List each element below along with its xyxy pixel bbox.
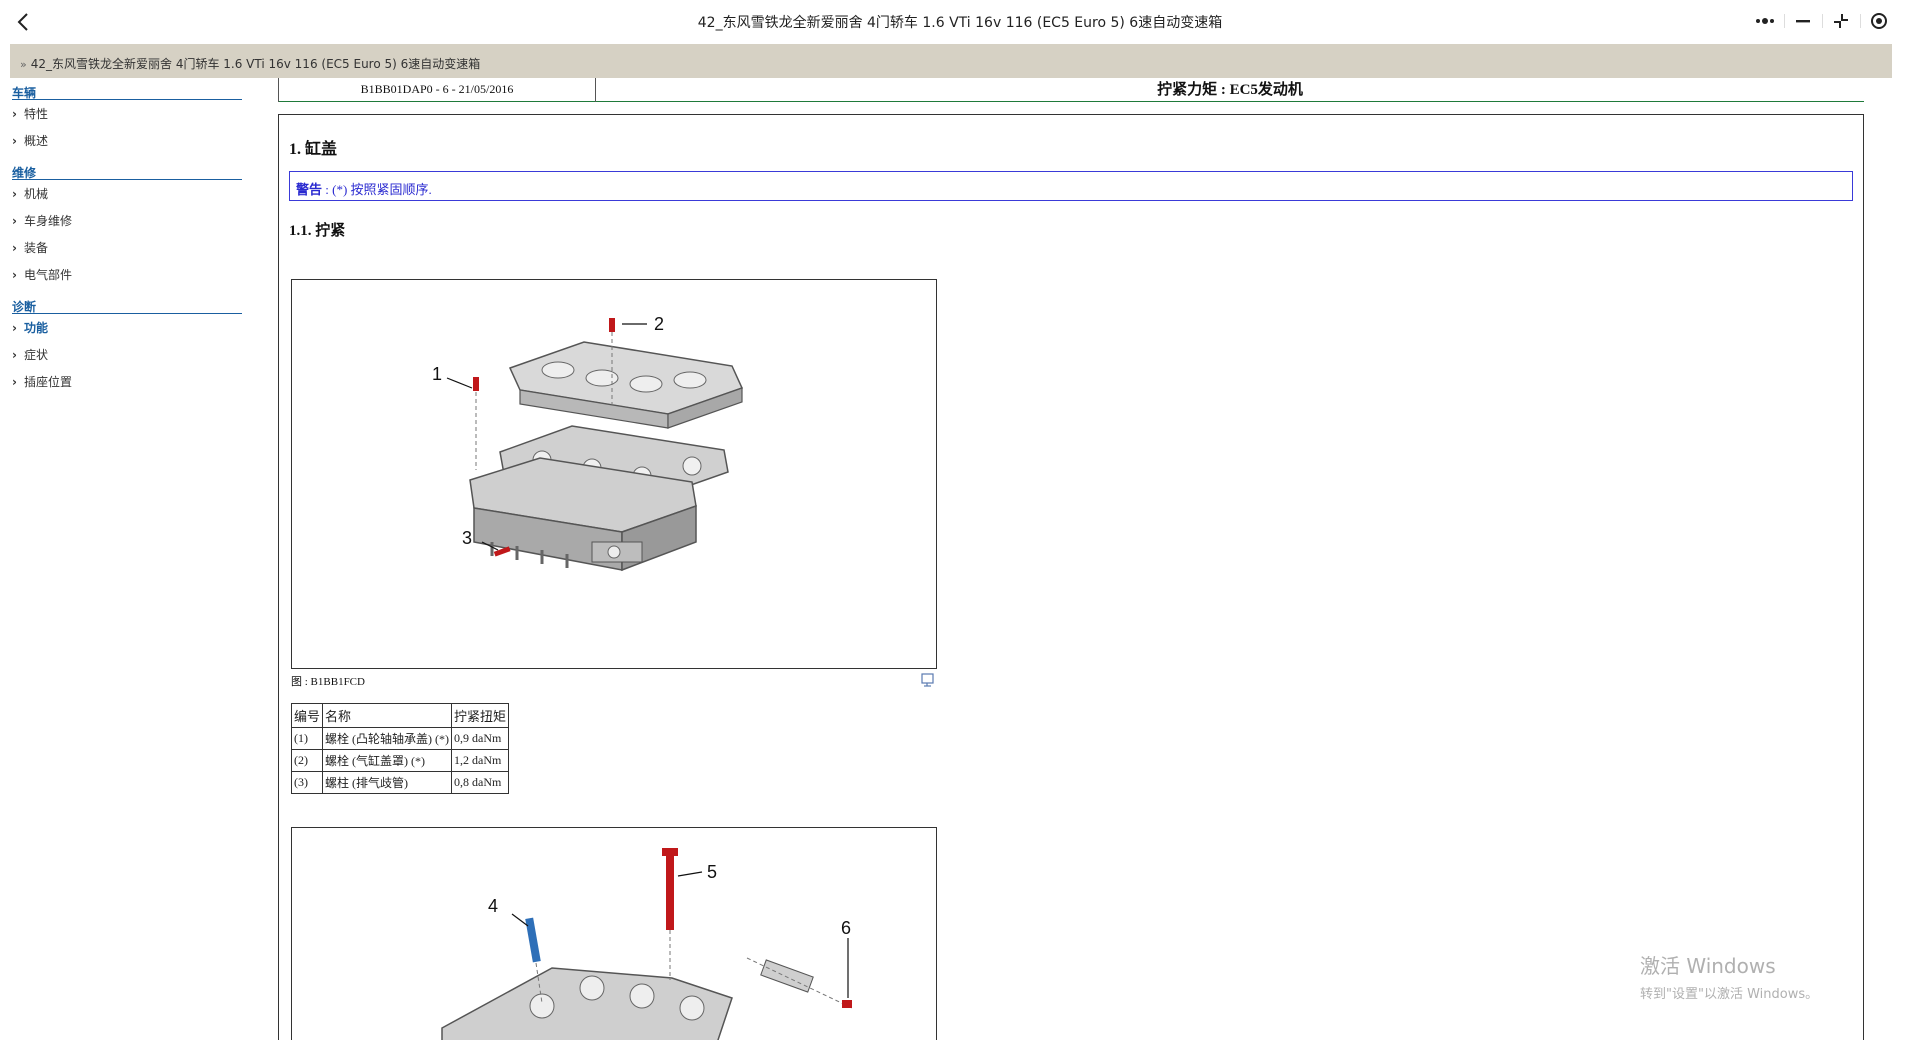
- table-cell: (2): [290, 749, 324, 772]
- bolt-1-marker: [473, 377, 479, 391]
- document-content[interactable]: 1. 缸盖 警告 : (*) 按照紧固顺序. 1.1. 拧紧 1 2 3 图:…: [278, 114, 1864, 1040]
- target-close-icon[interactable]: [1860, 6, 1898, 36]
- sidebar-item-mechanical[interactable]: › 机械: [12, 180, 244, 207]
- chevron-right-icon: ›: [12, 267, 17, 282]
- valve-cover-drawing: [508, 341, 744, 429]
- sidebar-section-diagnosis: 诊断 › 功能 › 症状 › 插座位置: [12, 298, 244, 395]
- window-controls: [1746, 6, 1898, 36]
- section-title: 1. 缸盖: [289, 141, 338, 158]
- document-header: B1BB01DAP0 - 6 - 21/05/2016 拧紧力矩 : EC5发动…: [278, 78, 1864, 102]
- warning-box: 警告 : (*) 按照紧固顺序.: [289, 171, 1853, 201]
- torque-table: 编号 名称 拧紧扭矩 (1) 螺栓 (凸轮轴轴承盖) (*) 0,9 daNm …: [290, 703, 510, 794]
- sidebar-section-vehicle: 车辆 › 特性 › 概述: [12, 84, 244, 154]
- sidebar-item-characteristics[interactable]: › 特性: [12, 100, 244, 127]
- minimize-icon[interactable]: [1784, 6, 1822, 36]
- callout-3: 3: [462, 528, 472, 548]
- chevron-right-icon: ›: [12, 347, 17, 362]
- window-title: 42_东风雪铁龙全新爱丽舍 4门轿车 1.6 VTi 16v 116 (EC5 …: [697, 15, 1223, 31]
- table-header-cell: 编号: [290, 703, 324, 728]
- table-cell: 螺栓 (凸轮轴轴承盖) (*): [322, 727, 453, 750]
- document-id: B1BB01DAP0 - 6 - 21/05/2016: [278, 78, 596, 102]
- watermark-line-1: 激活 Windows: [1640, 954, 1776, 978]
- table-cell: (1): [290, 727, 324, 750]
- chevron-right-icon: ›: [12, 133, 17, 148]
- sensor-6-marker: [842, 1000, 852, 1008]
- chevron-right-icon: ›: [12, 240, 17, 255]
- table-header-row: 编号 名称 拧紧扭矩: [290, 703, 510, 728]
- table-cell: (3): [290, 771, 324, 794]
- sidebar-item-symptoms[interactable]: › 症状: [12, 341, 244, 368]
- callout-5: 5: [707, 862, 717, 882]
- chevron-right-icon: ›: [12, 320, 17, 335]
- callout-1: 1: [432, 364, 442, 384]
- title-bar: 42_东风雪铁龙全新爱丽舍 4门轿车 1.6 VTi 16v 116 (EC5 …: [0, 0, 1920, 44]
- table-row: (3) 螺柱 (排气歧管) 0,8 daNm: [290, 771, 510, 794]
- more-icon[interactable]: [1746, 6, 1784, 36]
- table-cell: 螺栓 (气缸盖罩) (*): [322, 749, 453, 772]
- sidebar-heading: 诊断: [12, 298, 242, 314]
- figure-zoom-icon[interactable]: [921, 673, 935, 687]
- sidebar-item-electrical[interactable]: › 电气部件: [12, 261, 244, 288]
- callout-6: 6: [841, 918, 851, 938]
- chevron-right-icon: ›: [12, 213, 17, 228]
- breadcrumb-text: 42_东风雪铁龙全新爱丽舍 4门轿车 1.6 VTi 16v 116 (EC5 …: [30, 57, 481, 71]
- breadcrumb: » 42_东风雪铁龙全新爱丽舍 4门轿车 1.6 VTi 16v 116 (EC5…: [10, 44, 1892, 78]
- sidebar-section-repair: 维修 › 机械 › 车身维修 › 装备 › 电气部件: [12, 164, 244, 288]
- spark-plug-4-marker: [525, 917, 541, 963]
- table-cell: 0,9 daNm: [451, 727, 510, 750]
- sidebar-item-body-repair[interactable]: › 车身维修: [12, 207, 244, 234]
- warning-text: : (*) 按照紧固顺序.: [322, 182, 432, 197]
- cylinder-head-illustration: 1 2 3: [432, 314, 744, 572]
- figure-cylinder-head-exploded[interactable]: 1 2 3: [291, 279, 937, 669]
- bolt-2-marker: [609, 318, 615, 332]
- figure-caption: 图 : B1BB1FCD: [291, 676, 365, 688]
- chevron-right-icon: ›: [12, 186, 17, 201]
- sidebar: 车辆 › 特性 › 概述 维修 › 机械 › 车身维修 › 装备 › 电气部件 诊断 › 功能…: [12, 84, 244, 405]
- table-row: (1) 螺栓 (凸轮轴轴承盖) (*) 0,9 daNm: [290, 727, 510, 750]
- cylinder-head-drawing: [441, 967, 733, 1040]
- subsection-title: 1.1. 拧紧: [289, 223, 346, 239]
- warning-label: 警告: [296, 182, 323, 197]
- double-chevron-icon: »: [20, 58, 27, 71]
- table-header-cell: 名称: [322, 703, 453, 728]
- table-cell: 螺柱 (排气歧管): [322, 771, 453, 794]
- breadcrumb-link[interactable]: » 42_东风雪铁龙全新爱丽舍 4门轿车 1.6 VTi 16v 116 (EC5…: [20, 55, 480, 72]
- stud-5-marker: [666, 850, 674, 930]
- sidebar-heading: 维修: [12, 164, 242, 180]
- callout-4: 4: [488, 896, 498, 916]
- figure-cylinder-head-components[interactable]: 4 5 6: [291, 827, 937, 1040]
- sidebar-item-overview[interactable]: › 概述: [12, 127, 244, 154]
- windows-activation-watermark: 激活 Windows 转到"设置"以激活 Windows。: [1640, 950, 1818, 1002]
- sidebar-item-functions[interactable]: › 功能: [12, 314, 244, 341]
- chevron-right-icon: ›: [12, 374, 17, 389]
- table-header-cell: 拧紧扭矩: [451, 703, 510, 728]
- cylinder-head-components-illustration: 4 5 6: [441, 848, 853, 1040]
- document-title: 拧紧力矩 : EC5发动机: [1157, 82, 1303, 98]
- sidebar-item-connector-location[interactable]: › 插座位置: [12, 368, 244, 395]
- table-row: (2) 螺栓 (气缸盖罩) (*) 1,2 daNm: [290, 749, 510, 772]
- chevron-right-icon: ›: [12, 106, 17, 121]
- table-cell: 0,8 daNm: [451, 771, 510, 794]
- watermark-line-2: 转到"设置"以激活 Windows。: [1640, 987, 1819, 1002]
- sidebar-item-equipment[interactable]: › 装备: [12, 234, 244, 261]
- callout-2: 2: [654, 314, 664, 334]
- restore-icon[interactable]: [1822, 6, 1860, 36]
- sidebar-heading: 车辆: [12, 84, 242, 100]
- table-cell: 1,2 daNm: [451, 749, 510, 772]
